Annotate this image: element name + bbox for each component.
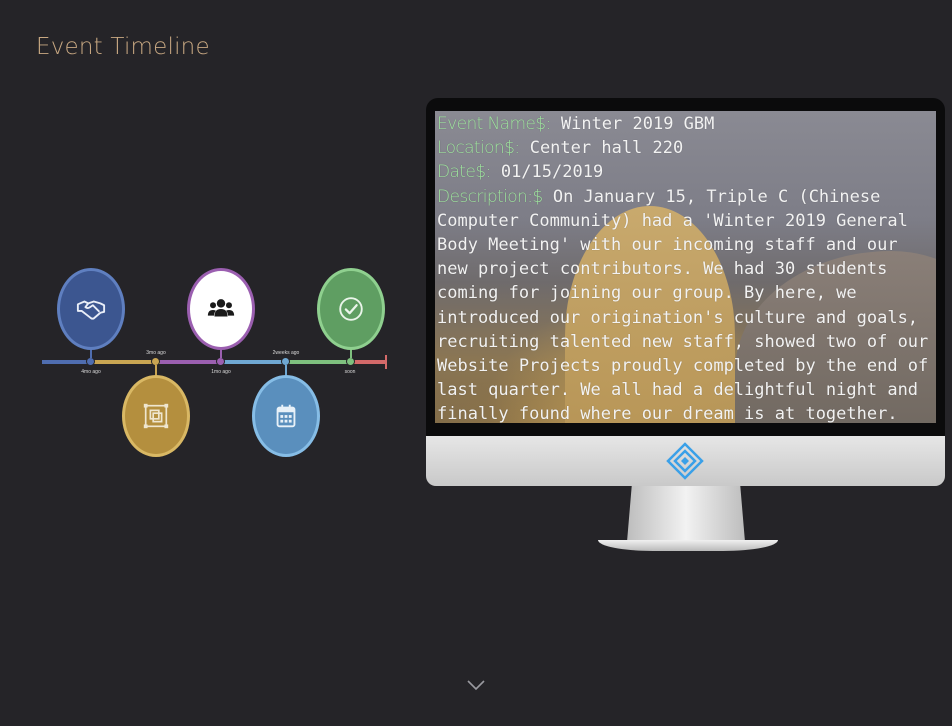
event-date-label: Date$: [437,162,491,183]
event-pin-frame[interactable] [122,375,190,457]
timeline-label: 1mo ago [211,369,231,375]
event-location-value: Center hall 220 [529,138,684,159]
timeline-end-marker [385,355,387,369]
event-location-label: Location$: [437,138,520,159]
timeline-segment [288,360,352,364]
event-pin-group[interactable] [187,268,255,350]
timeline-dot[interactable] [282,358,289,365]
event-location-row: Location$: Center hall 220 [437,136,934,160]
monitor-chin [426,436,945,486]
timeline-dot[interactable] [152,358,159,365]
diamond-logo-icon [666,442,704,480]
event-date-row: Date$: 01/15/2019 [437,160,934,184]
event-timeline: 4mo ago 1mo ago soon 3mo ago 2weeks ago [40,262,390,462]
calendar-icon [276,404,296,428]
frame-icon [143,403,169,429]
event-description-value: On January 15, Triple C (Chinese Compute… [437,186,929,423]
timeline-label: soon [344,369,356,375]
timeline-segment [94,360,160,364]
timeline-label: 4mo ago [81,369,101,375]
monitor: Event Name$: Winter 2019 GBM Location$: … [426,98,945,556]
event-description-label: Description:$ [437,186,543,207]
event-details: Event Name$: Winter 2019 GBM Location$: … [437,112,934,423]
timeline-segment [160,360,224,364]
timeline-segment [352,360,386,364]
page-title: Event Timeline [36,34,210,60]
timeline-dot[interactable] [347,358,354,365]
handshake-icon [76,300,106,320]
event-name-label: Event Name$: [437,114,551,134]
check-circle-icon [339,297,363,321]
timeline-dot[interactable] [217,358,224,365]
group-icon [207,299,235,317]
event-name-value: Winter 2019 GBM [560,114,715,134]
timeline-label: 3mo ago [146,350,166,356]
page: Event Timeline 4mo ago 1mo ago soon 3mo … [0,0,952,726]
timeline-dot[interactable] [87,358,94,365]
timeline-label: 2weeks ago [272,350,300,356]
event-date-value: 01/15/2019 [500,162,604,183]
event-description-row: Description:$ On January 15, Triple C (C… [437,185,934,423]
monitor-bezel: Event Name$: Winter 2019 GBM Location$: … [426,98,945,438]
event-pin-calendar[interactable] [252,375,320,457]
chevron-down-icon[interactable] [466,678,486,692]
event-pin-handshake[interactable] [57,268,125,350]
monitor-base [598,540,778,551]
event-pin-check[interactable] [317,268,385,350]
timeline-segment [224,360,288,364]
monitor-screen[interactable]: Event Name$: Winter 2019 GBM Location$: … [435,111,936,423]
monitor-stand [627,486,745,542]
event-name-row: Event Name$: Winter 2019 GBM [437,112,934,136]
